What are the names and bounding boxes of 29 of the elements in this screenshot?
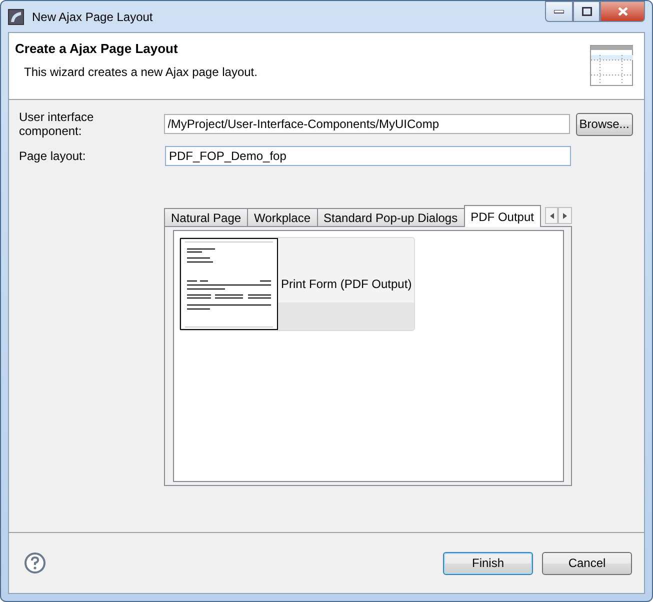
scroll-right-button[interactable] (558, 207, 572, 224)
template-item[interactable]: Print Form (PDF Output) (179, 237, 415, 331)
tab[interactable]: Standard Pop-up Dialogs (316, 208, 465, 227)
wizard-title: Create a Ajax Page Layout (15, 41, 179, 56)
scroll-left-button[interactable] (544, 207, 558, 224)
left-arrow-icon (550, 212, 554, 218)
text-field[interactable]: /MyProject/User-Interface-Components/MyUIComp (164, 114, 570, 134)
maximize-icon (582, 7, 592, 16)
field-label: User interface component: (19, 110, 95, 138)
wizard-description: This wizard creates a new Ajax page layout. (24, 65, 258, 79)
close-icon (618, 7, 628, 16)
finish-button[interactable]: Finish (443, 552, 533, 574)
close-button[interactable] (600, 1, 645, 22)
template-label: Print Form (PDF Output) (280, 277, 413, 291)
window-title: New Ajax Page Layout (32, 10, 153, 24)
maximize-button[interactable] (573, 1, 600, 22)
field-label: Page layout: (19, 149, 87, 163)
app-icon (8, 8, 24, 24)
text-field[interactable]: PDF_FOP_Demo_fop (165, 146, 571, 166)
minimize-icon (554, 10, 564, 14)
tab[interactable]: PDF Output (464, 205, 541, 227)
right-arrow-icon (563, 212, 568, 218)
tab[interactable]: Natural Page (164, 208, 248, 227)
layout-icon (590, 45, 634, 87)
browse-button[interactable]: Browse... (576, 112, 633, 136)
help-icon[interactable] (24, 552, 46, 574)
cancel-button[interactable]: Cancel (542, 552, 632, 574)
minimize-button[interactable] (545, 1, 573, 22)
tab[interactable]: Workplace (247, 208, 318, 227)
